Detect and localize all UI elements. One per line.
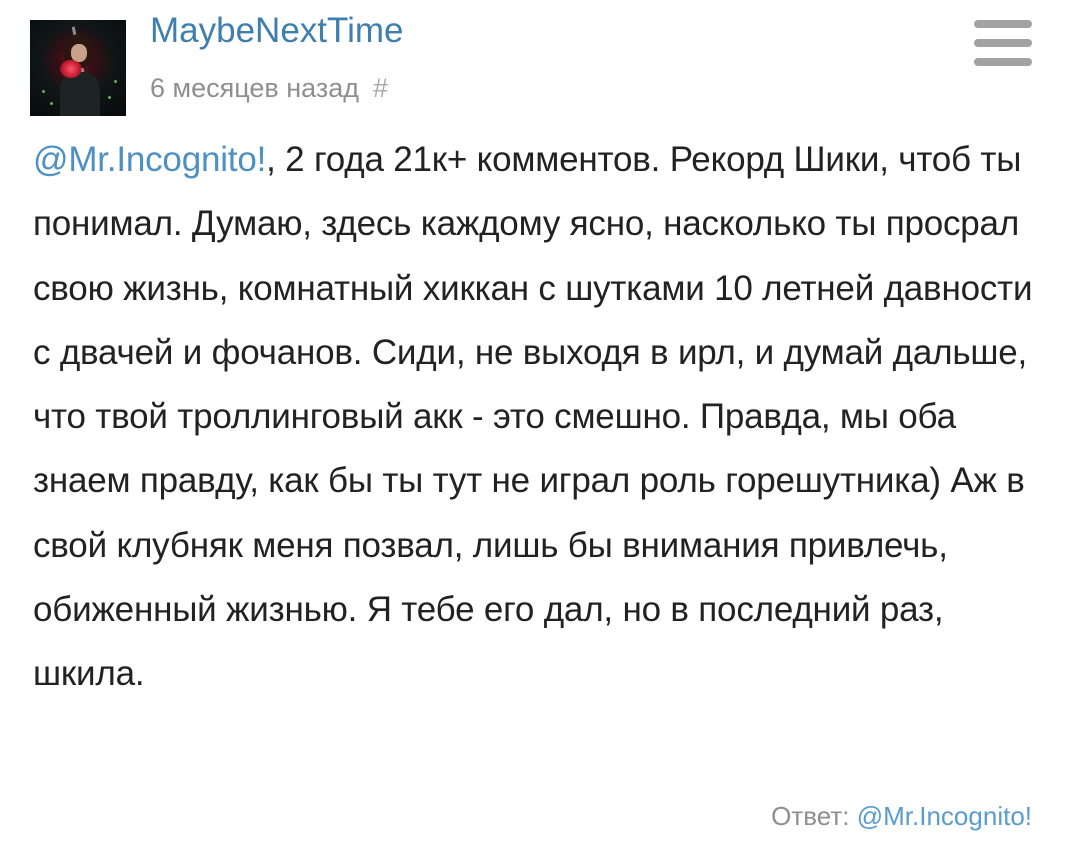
avatar-decoration <box>50 102 53 105</box>
permalink-link[interactable]: # <box>373 73 388 103</box>
comment-mention-link[interactable]: @Mr.Incognito! <box>33 140 266 179</box>
post-timestamp: 6 месяцев назад <box>150 73 360 103</box>
hamburger-menu-icon[interactable] <box>968 16 1038 70</box>
avatar-decoration <box>114 80 117 83</box>
avatar-decoration <box>60 60 82 78</box>
comment-body: @Mr.Incognito!, 2 года 21к+ комментов. Р… <box>33 128 1053 707</box>
menu-icon-bar <box>974 39 1032 47</box>
avatar-decoration <box>60 72 100 116</box>
author-username[interactable]: MaybeNextTime <box>150 10 404 52</box>
menu-icon-bar <box>974 58 1032 66</box>
reply-mention-link[interactable]: @Mr.Incognito! <box>857 801 1032 831</box>
avatar-decoration <box>42 90 45 93</box>
comment-text: , 2 года 21к+ комментов. Рекорд Шики, чт… <box>33 140 1033 694</box>
reply-label: Ответ: <box>771 801 850 831</box>
menu-icon-bar <box>974 20 1032 28</box>
post-meta: 6 месяцев назад # <box>150 70 388 106</box>
reply-to: Ответ: @Mr.Incognito! <box>771 798 1032 834</box>
avatar-decoration <box>108 96 111 99</box>
user-avatar[interactable] <box>30 20 126 116</box>
